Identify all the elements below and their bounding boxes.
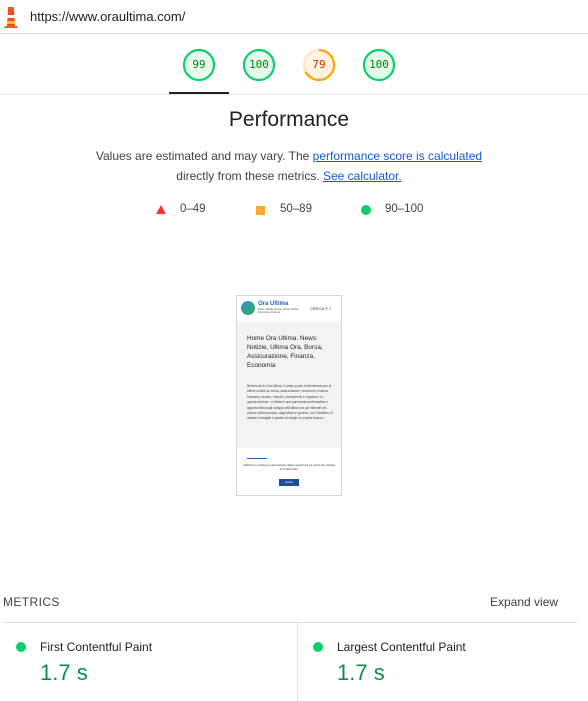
site-heading: Home Ora Ultima. News: Notizie, Ultima O…	[247, 335, 323, 369]
see-calculator-link[interactable]: See calculator.	[323, 169, 402, 183]
url-bar: https://www.oraultima.com/	[0, 0, 588, 34]
square-icon	[256, 206, 265, 215]
gauge-performance[interactable]: 99	[182, 48, 216, 82]
legend-fail: 0–49	[156, 203, 226, 219]
gauge-best-practices[interactable]: 79	[302, 48, 336, 82]
metric-name: Largest Contentful Paint	[337, 640, 466, 654]
circle-icon	[361, 205, 371, 215]
active-tab-indicator	[169, 92, 229, 94]
site-search: CERCA ⚲ ≡	[310, 306, 332, 311]
lighthouse-icon	[4, 7, 18, 28]
triangle-icon	[156, 205, 166, 214]
divider	[3, 622, 577, 623]
legend-pass-label: 90–100	[385, 203, 424, 215]
cookie-accept-button: Accetto	[279, 479, 299, 486]
metric-name: First Contentful Paint	[40, 640, 153, 654]
score-calculated-link[interactable]: performance score is calculated	[313, 149, 482, 163]
metric-value: 1.7 s	[40, 660, 88, 685]
site-tagline: News, Media, Borsa, Ultime Notizie, Econ…	[258, 308, 300, 315]
desc-text-1: Values are estimated and may vary. The	[95, 149, 313, 163]
performance-description: Values are estimated and may vary. The p…	[0, 146, 578, 186]
divider	[297, 623, 298, 701]
category-gauges: 99 100 79 100	[0, 34, 588, 95]
screenshot-header: Ora Ultima News, Media, Borsa, Ultime No…	[237, 296, 341, 322]
gauge-seo[interactable]: 100	[362, 48, 396, 82]
legend-pass: 90–100	[361, 203, 441, 219]
site-brand: Ora Ultima	[258, 301, 289, 307]
expand-view-toggle[interactable]: Expand view	[490, 595, 558, 609]
gauge-score: 79	[312, 58, 326, 71]
circle-icon	[16, 642, 26, 652]
final-screenshot: Ora Ultima News, Media, Borsa, Ultime No…	[236, 295, 342, 496]
page-url: https://www.oraultima.com/	[30, 9, 186, 24]
gauge-accessibility[interactable]: 100	[242, 48, 276, 82]
site-logo-icon	[241, 301, 255, 315]
cookie-text: Utilizziamo i cookie per assicurarti la …	[243, 464, 335, 471]
circle-icon	[313, 642, 323, 652]
legend-average: 50–89	[256, 203, 326, 219]
gauge-score: 100	[249, 58, 269, 71]
divider	[247, 458, 267, 459]
metrics-heading: METRICS	[3, 595, 60, 609]
gauge-score: 99	[192, 58, 206, 71]
metric-value: 1.7 s	[337, 660, 385, 685]
page-title: Performance	[228, 108, 350, 131]
gauge-score: 100	[369, 58, 389, 71]
site-paragraph: Benvenuti su Ora Ultima, il vostro punto…	[247, 384, 333, 421]
desc-text-2: directly from these metrics.	[176, 169, 323, 183]
legend-fail-label: 0–49	[180, 203, 206, 215]
legend-average-label: 50–89	[280, 203, 312, 215]
site-search-label: CERCA	[310, 306, 324, 311]
